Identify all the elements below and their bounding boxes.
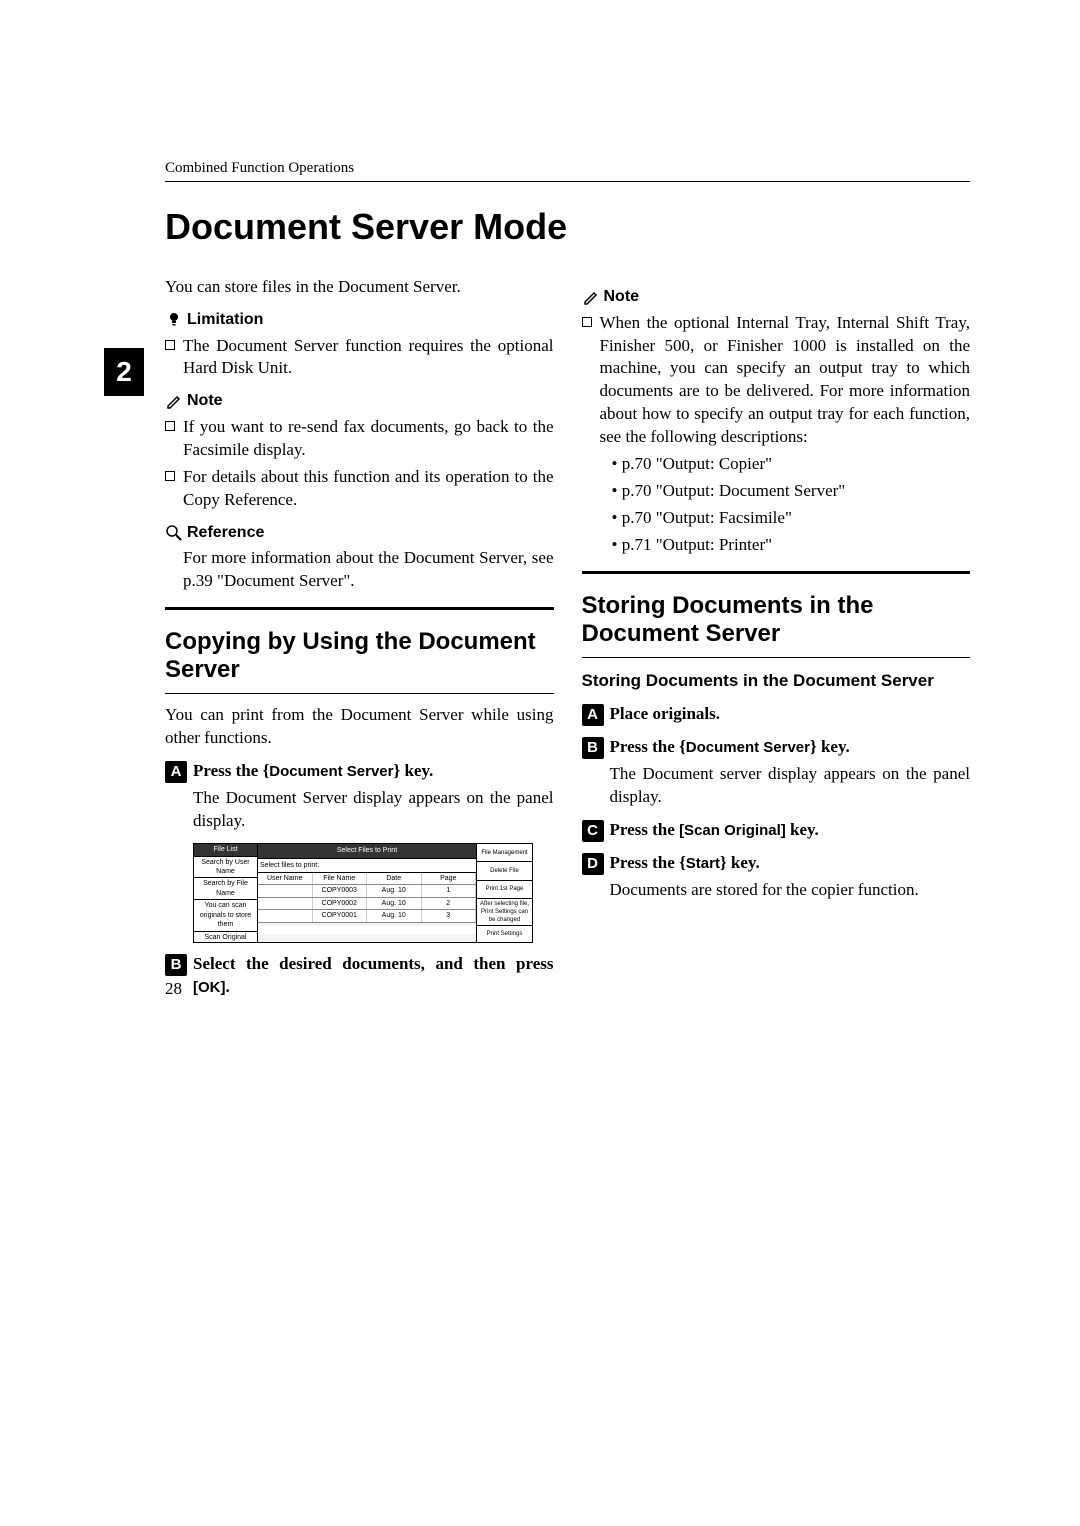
sub-bullet-item: • p.70 "Output: Facsimile" [612,507,971,530]
reference-heading: Reference [165,522,554,544]
lightbulb-icon [165,311,183,329]
step-item: B Select the desired documents, and then… [165,953,554,999]
note-label: Note [187,390,223,412]
section-intro: You can print from the Document Server w… [165,704,554,750]
limitation-item: The Document Server function requires th… [165,335,554,381]
square-bullet-icon [165,471,175,481]
intro-text: You can store files in the Document Serv… [165,276,554,299]
pencil-icon [165,392,183,410]
sub-bullet-item: • p.70 "Output: Copier" [612,453,971,476]
panel-screenshot: File List Search by User Name Search by … [193,843,533,943]
note-label: Note [604,286,640,308]
pencil-icon [582,288,600,306]
step-item: C Press the [Scan Original] key. [582,819,971,842]
step-body: Documents are stored for the copier func… [610,879,971,902]
step-number-badge: B [165,954,187,976]
step-number-badge: A [165,761,187,783]
step-number-badge: B [582,737,604,759]
section-rule [165,607,554,610]
note-item: For details about this function and its … [165,466,554,512]
step-number-badge: A [582,704,604,726]
note-heading: Note [582,286,971,308]
step-item: B Press the {Document Server} key. [582,736,971,759]
note-item: If you want to re-send fax documents, go… [165,416,554,462]
document-page: Combined Function Operations 2 Document … [0,0,1080,1079]
step-item: D Press the {Start} key. [582,852,971,875]
two-column-layout: You can store files in the Document Serv… [165,276,970,999]
step-text: Press the {Document Server} key. [193,760,554,783]
limitation-heading: Limitation [165,309,554,331]
right-column: Note When the optional Internal Tray, In… [582,276,971,999]
step-item: A Place originals. [582,703,971,726]
step-item: A Press the {Document Server} key. [165,760,554,783]
reference-text: For more information about the Document … [183,547,554,593]
step-body: The Document Server display appears on t… [193,787,554,833]
section-subrule [582,657,971,658]
step-body: The Document server display appears on t… [610,763,971,809]
step-number-badge: C [582,820,604,842]
note-item: When the optional Internal Tray, Interna… [582,312,971,450]
subsection-title-storing: Storing Documents in the Document Server [582,670,971,693]
step-text: Place originals. [610,703,971,726]
step-text: Select the desired documents, and then p… [193,953,554,999]
chapter-tab: 2 [104,348,144,396]
page-header: Combined Function Operations [165,160,970,177]
limitation-label: Limitation [187,309,263,331]
step-text: Press the {Document Server} key. [610,736,971,759]
step-number-badge: D [582,853,604,875]
reference-label: Reference [187,522,264,544]
section-title-copying: Copying by Using the Document Server [165,628,554,683]
sub-bullet-item: • p.71 "Output: Printer" [612,534,971,557]
note-heading: Note [165,390,554,412]
step-text: Press the [Scan Original] key. [610,819,971,842]
square-bullet-icon [582,317,592,327]
sub-bullet-item: • p.70 "Output: Document Server" [612,480,971,503]
header-rule [165,181,970,182]
square-bullet-icon [165,340,175,350]
left-column: You can store files in the Document Serv… [165,276,554,999]
page-number: 28 [165,979,182,999]
section-subrule [165,693,554,694]
square-bullet-icon [165,421,175,431]
step-text: Press the {Start} key. [610,852,971,875]
section-rule [582,571,971,574]
magnifier-icon [165,524,183,542]
page-title: Document Server Mode [165,206,970,248]
section-title-storing: Storing Documents in the Document Server [582,592,971,647]
